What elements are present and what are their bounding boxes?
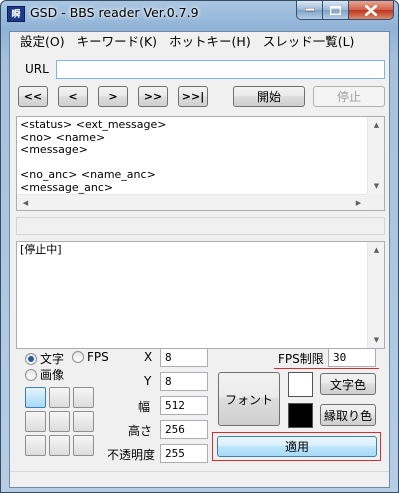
- opacity-input[interactable]: 255: [160, 444, 208, 463]
- menu-hotkey[interactable]: ホットキー(H): [163, 32, 257, 51]
- log-text: [停止中]: [20, 243, 62, 256]
- scroll-left-icon[interactable]: ◀: [17, 195, 34, 210]
- template-line: <message_anc>: [20, 180, 114, 194]
- menu-thread-list[interactable]: スレッド一覧(L): [257, 32, 361, 51]
- menu-settings[interactable]: 設定(O): [14, 32, 71, 51]
- radio-fps[interactable]: FPS: [72, 350, 109, 364]
- title-bar[interactable]: 瞬 GSD - BBS reader Ver.0.7.9: [1, 1, 398, 27]
- fps-highlight: [274, 368, 379, 369]
- opacity-label: 不透明度: [107, 448, 156, 462]
- position-middle-left[interactable]: [25, 411, 46, 432]
- radio-text[interactable]: 文字: [25, 350, 64, 367]
- menu-keyword[interactable]: キーワード(K): [71, 32, 163, 51]
- x-label: X: [144, 350, 153, 364]
- caption-buttons: [296, 1, 394, 20]
- status-bar: [10, 471, 389, 487]
- maximize-button[interactable]: [323, 1, 349, 20]
- maximize-icon: [330, 5, 341, 15]
- radio-selected-icon: [25, 352, 37, 365]
- radio-fps-label: FPS: [87, 350, 109, 364]
- fps-limit-label: FPS制限: [278, 352, 324, 366]
- first-button[interactable]: <<: [18, 86, 48, 107]
- radio-image-label: 画像: [40, 368, 65, 382]
- app-icon: 瞬: [7, 6, 25, 22]
- minimize-button[interactable]: [296, 1, 323, 20]
- radio-image[interactable]: 画像: [25, 366, 64, 383]
- fps-limit-input[interactable]: 30: [328, 348, 376, 367]
- window-title: GSD - BBS reader Ver.0.7.9: [30, 5, 199, 20]
- stop-button[interactable]: 停止: [313, 86, 385, 107]
- close-icon: [365, 4, 377, 16]
- position-top-center[interactable]: [49, 387, 70, 408]
- scroll-corner: [367, 194, 384, 210]
- log-vertical-scrollbar[interactable]: ▲ ▼: [367, 242, 384, 348]
- template-line: <message>: [20, 143, 88, 156]
- font-button[interactable]: フォント: [218, 372, 280, 426]
- x-input[interactable]: 8: [160, 348, 208, 367]
- radio-text-label: 文字: [40, 352, 65, 366]
- start-button[interactable]: 開始: [233, 86, 305, 107]
- width-input[interactable]: 512: [160, 396, 208, 415]
- menu-bar: 設定(O) キーワード(K) ホットキー(H) スレッド一覧(L): [10, 32, 389, 51]
- text-color-button[interactable]: 文字色: [320, 373, 376, 395]
- next-button[interactable]: >: [98, 86, 128, 107]
- position-middle-right[interactable]: [73, 411, 94, 432]
- height-label: 高さ: [128, 424, 153, 438]
- scroll-down-icon[interactable]: ▼: [368, 178, 384, 194]
- template-vertical-scrollbar[interactable]: ▲ ▼: [367, 117, 384, 194]
- position-grid: [25, 387, 94, 456]
- window-frame: 瞬 GSD - BBS reader Ver.0.7.9 設定(O) キーワード…: [0, 0, 399, 493]
- position-center[interactable]: [49, 411, 70, 432]
- y-label: Y: [144, 374, 152, 388]
- position-bottom-right[interactable]: [73, 435, 94, 456]
- radio-empty-icon: [25, 368, 37, 381]
- template-horizontal-scrollbar[interactable]: ◀ ▶: [17, 194, 367, 210]
- template-line: <no_anc> <name_anc>: [20, 168, 156, 181]
- scroll-up-icon[interactable]: ▲: [368, 242, 384, 258]
- forward-button[interactable]: >>: [138, 86, 168, 107]
- client-area: 設定(O) キーワード(K) ホットキー(H) スレッド一覧(L) URL <<…: [9, 31, 390, 488]
- scroll-up-icon[interactable]: ▲: [368, 117, 384, 133]
- prev-button[interactable]: <: [58, 86, 88, 107]
- url-label: URL: [25, 62, 49, 76]
- template-line: <status> <ext_message>: [20, 118, 167, 131]
- position-bottom-left[interactable]: [25, 435, 46, 456]
- radio-empty-icon: [72, 351, 84, 363]
- log-box[interactable]: [停止中] ▲ ▼: [16, 241, 385, 349]
- position-bottom-center[interactable]: [49, 435, 70, 456]
- y-input[interactable]: 8: [160, 372, 208, 391]
- scroll-down-icon[interactable]: ▼: [368, 332, 384, 348]
- apply-button[interactable]: 適用: [217, 436, 377, 457]
- template-box[interactable]: <status> <ext_message> <no> <name> <mess…: [16, 116, 385, 211]
- close-button[interactable]: [349, 1, 394, 20]
- minimize-icon: [304, 8, 315, 12]
- info-field: [16, 217, 385, 235]
- outline-color-swatch: [288, 403, 313, 428]
- text-color-swatch: [288, 372, 313, 397]
- position-top-left[interactable]: [25, 387, 46, 408]
- width-label: 幅: [138, 400, 151, 414]
- last-button[interactable]: >>|: [178, 86, 208, 107]
- scroll-right-icon[interactable]: ▶: [350, 195, 367, 210]
- height-input[interactable]: 256: [160, 420, 208, 439]
- position-top-right[interactable]: [73, 387, 94, 408]
- outline-color-button[interactable]: 縁取り色: [320, 404, 376, 426]
- url-input[interactable]: [56, 60, 385, 79]
